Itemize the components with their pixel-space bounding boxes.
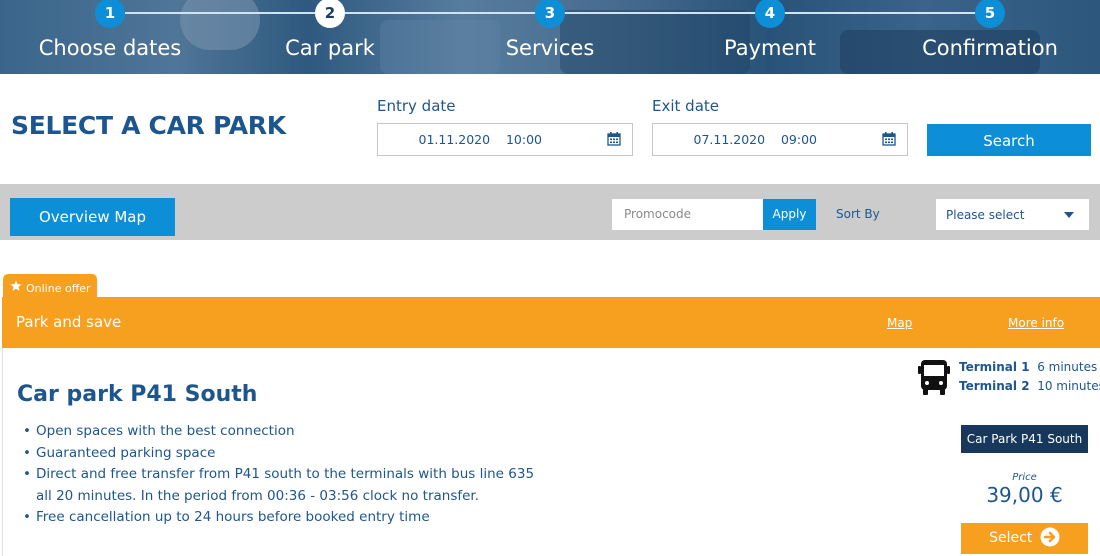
terminal-name: Terminal 2 bbox=[959, 379, 1030, 393]
filter-bar: Overview Map Promocode Apply Sort By Ple… bbox=[0, 184, 1100, 240]
car-park-card: Car park P41 South Open spaces with the … bbox=[2, 348, 1100, 556]
entry-date-value: 01.11.2020 10:00 bbox=[418, 132, 543, 147]
online-offer-label: Online offer bbox=[26, 282, 91, 295]
map-link[interactable]: Map bbox=[887, 316, 912, 330]
offer-title: Park and save bbox=[16, 313, 122, 331]
step-label: Confirmation bbox=[922, 36, 1058, 60]
feature-item: Guaranteed parking space bbox=[23, 443, 543, 465]
booking-steps: 1 Choose dates 2 Car park 3 Services 4 P… bbox=[0, 0, 1100, 74]
overview-map-button[interactable]: Overview Map bbox=[10, 198, 175, 236]
step-label: Choose dates bbox=[38, 36, 182, 60]
terminal-time: 6 minutes bbox=[1037, 360, 1098, 374]
sort-by-label: Sort By bbox=[836, 207, 880, 221]
select-button[interactable]: Select bbox=[961, 523, 1088, 554]
calendar-icon[interactable] bbox=[882, 132, 896, 146]
car-park-badge: Car Park P41 South bbox=[961, 425, 1088, 453]
offer-header: Park and save Map More info bbox=[2, 297, 1100, 348]
search-button[interactable]: Search bbox=[927, 124, 1091, 156]
apply-button[interactable]: Apply bbox=[763, 199, 816, 230]
promocode-placeholder: Promocode bbox=[624, 207, 692, 221]
arrow-right-circle-icon bbox=[1040, 527, 1060, 547]
page-title: SELECT A CAR PARK bbox=[11, 111, 286, 140]
exit-date-value: 07.11.2020 09:00 bbox=[693, 132, 818, 147]
promocode-input[interactable]: Promocode bbox=[612, 199, 763, 230]
star-icon bbox=[10, 280, 22, 291]
sort-by-select[interactable]: Please select bbox=[936, 199, 1089, 230]
chevron-down-icon bbox=[1064, 212, 1074, 218]
step-label: Car park bbox=[285, 36, 375, 60]
terminal-time: 10 minutes bbox=[1037, 379, 1100, 393]
feature-item: Direct and free transfer from P41 south … bbox=[23, 464, 543, 507]
terminal-name: Terminal 1 bbox=[959, 360, 1030, 374]
step-label: Payment bbox=[724, 36, 816, 60]
more-info-link[interactable]: More info bbox=[1008, 316, 1064, 330]
price-label: Price bbox=[1012, 472, 1037, 483]
terminal-1-info: Terminal 1 6 minutes bbox=[959, 360, 1097, 374]
entry-date-label: Entry date bbox=[377, 97, 456, 115]
car-park-name: Car park P41 South bbox=[17, 382, 258, 407]
calendar-icon[interactable] bbox=[607, 132, 621, 146]
feature-item: Free cancellation up to 24 hours before … bbox=[23, 507, 543, 529]
exit-date-label: Exit date bbox=[652, 97, 719, 115]
terminal-2-info: Terminal 2 10 minutes bbox=[959, 379, 1100, 393]
entry-date-field[interactable]: 01.11.2020 10:00 bbox=[377, 123, 633, 156]
step-label: Services bbox=[505, 36, 595, 60]
feature-item: Open spaces with the best connection bbox=[23, 421, 543, 443]
exit-date-field[interactable]: 07.11.2020 09:00 bbox=[652, 123, 908, 156]
select-button-label: Select bbox=[989, 530, 1033, 546]
feature-list: Open spaces with the best connection Gua… bbox=[23, 421, 543, 529]
price-value: 39,00 € bbox=[986, 483, 1063, 507]
sort-by-value: Please select bbox=[946, 208, 1025, 222]
bus-icon bbox=[918, 360, 950, 395]
